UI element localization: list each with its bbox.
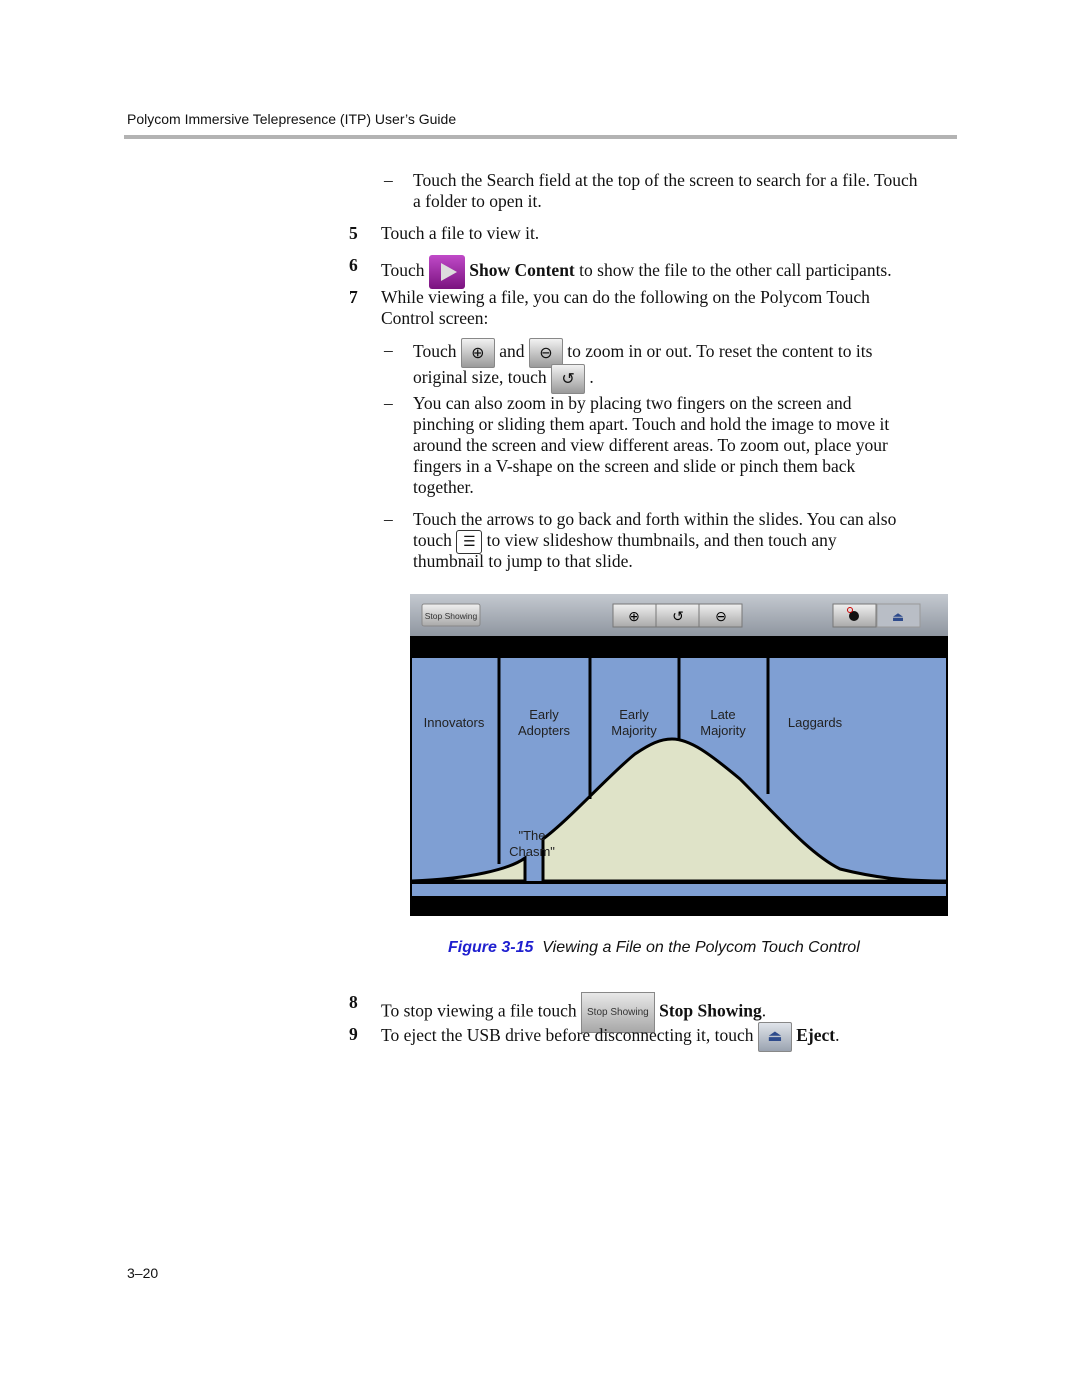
text-line: Touch a file to view it.: [381, 223, 540, 243]
text-line: fingers in a V-shape on the screen and s…: [413, 456, 856, 476]
step-number: 9: [349, 1024, 358, 1044]
step-number: 6: [349, 255, 358, 275]
svg-text:Stop Showing: Stop Showing: [425, 611, 478, 621]
dash: –: [384, 340, 393, 360]
label-early-adopters: Early: [529, 707, 559, 722]
reset-icon: ↺: [672, 608, 684, 624]
reset-icon: ↺: [551, 364, 586, 394]
label-early-adopters: Adopters: [518, 723, 571, 738]
figure-screenshot: Stop Showing ⊕ ↺ ⊖ ⏏ Innovators Early Ad…: [410, 594, 948, 916]
bold-term: Show Content: [469, 260, 575, 281]
text: .: [835, 1025, 840, 1046]
text-line: together.: [413, 477, 474, 497]
header-rule: [124, 135, 957, 139]
text: .: [589, 367, 594, 388]
dash: –: [384, 393, 393, 413]
label-innovators: Innovators: [424, 715, 485, 730]
text-line: Touch the Search field at the top of the…: [413, 170, 918, 190]
text: to zoom in or out. To reset the content …: [567, 341, 873, 362]
bold-term: Eject: [796, 1025, 836, 1046]
step-number: 5: [349, 223, 358, 243]
label-early-majority: Majority: [611, 723, 657, 738]
show-content-icon: [428, 255, 465, 289]
text-line: a folder to open it.: [413, 191, 542, 211]
stop-showing-button: Stop Showing: [421, 603, 481, 627]
text: Touch: [413, 341, 457, 362]
text-line: around the screen and view different are…: [413, 435, 888, 455]
dash: –: [384, 509, 393, 529]
text: original size, touch: [413, 367, 547, 388]
page-number: 3–20: [127, 1265, 159, 1281]
text-line: You can also zoom in by placing two fing…: [413, 393, 852, 413]
figure-caption: Figure 3-15 Viewing a File on the Polyco…: [448, 939, 860, 957]
text: and: [499, 341, 525, 362]
text-line: pinching or sliding them apart. Touch an…: [413, 414, 890, 434]
text: To stop viewing a file touch: [381, 1000, 577, 1021]
text: to show the file to the other call parti…: [579, 260, 892, 281]
text: to view slideshow thumbnails, and then t…: [486, 530, 837, 551]
label-late-majority: Late: [710, 707, 735, 722]
text: To eject the USB drive before disconnect…: [381, 1025, 754, 1046]
text-line: While viewing a file, you can do the fol…: [381, 287, 870, 307]
label-late-majority: Majority: [700, 723, 746, 738]
text: Touch: [381, 260, 425, 281]
label-early-majority: Early: [619, 707, 649, 722]
zoom-in-icon: ⊕: [628, 608, 640, 624]
label-chasm: Chasm": [509, 844, 555, 859]
text-line: Touch the arrows to go back and forth wi…: [413, 509, 897, 529]
text: .: [761, 1000, 767, 1021]
eject-icon: ⏏: [757, 1022, 792, 1052]
label-laggards: Laggards: [788, 715, 843, 730]
bold-term: Stop Showing: [659, 1000, 762, 1021]
running-header: Polycom Immersive Telepresence (ITP) Use…: [127, 111, 457, 127]
text-line: Control screen:: [381, 308, 489, 328]
dash: –: [384, 170, 393, 190]
text-line: thumbnail to jump to that slide.: [413, 551, 633, 571]
step-number: 7: [349, 287, 358, 307]
figure-number: Figure 3-15: [448, 939, 534, 956]
caption-text: Viewing a File on the Polycom Touch Cont…: [542, 939, 860, 956]
zoom-out-icon: ⊖: [715, 608, 727, 624]
step-number: 8: [349, 992, 358, 1012]
label-chasm: "The: [518, 828, 545, 843]
eject-icon: ⏏: [892, 609, 904, 624]
text: touch: [413, 530, 452, 551]
